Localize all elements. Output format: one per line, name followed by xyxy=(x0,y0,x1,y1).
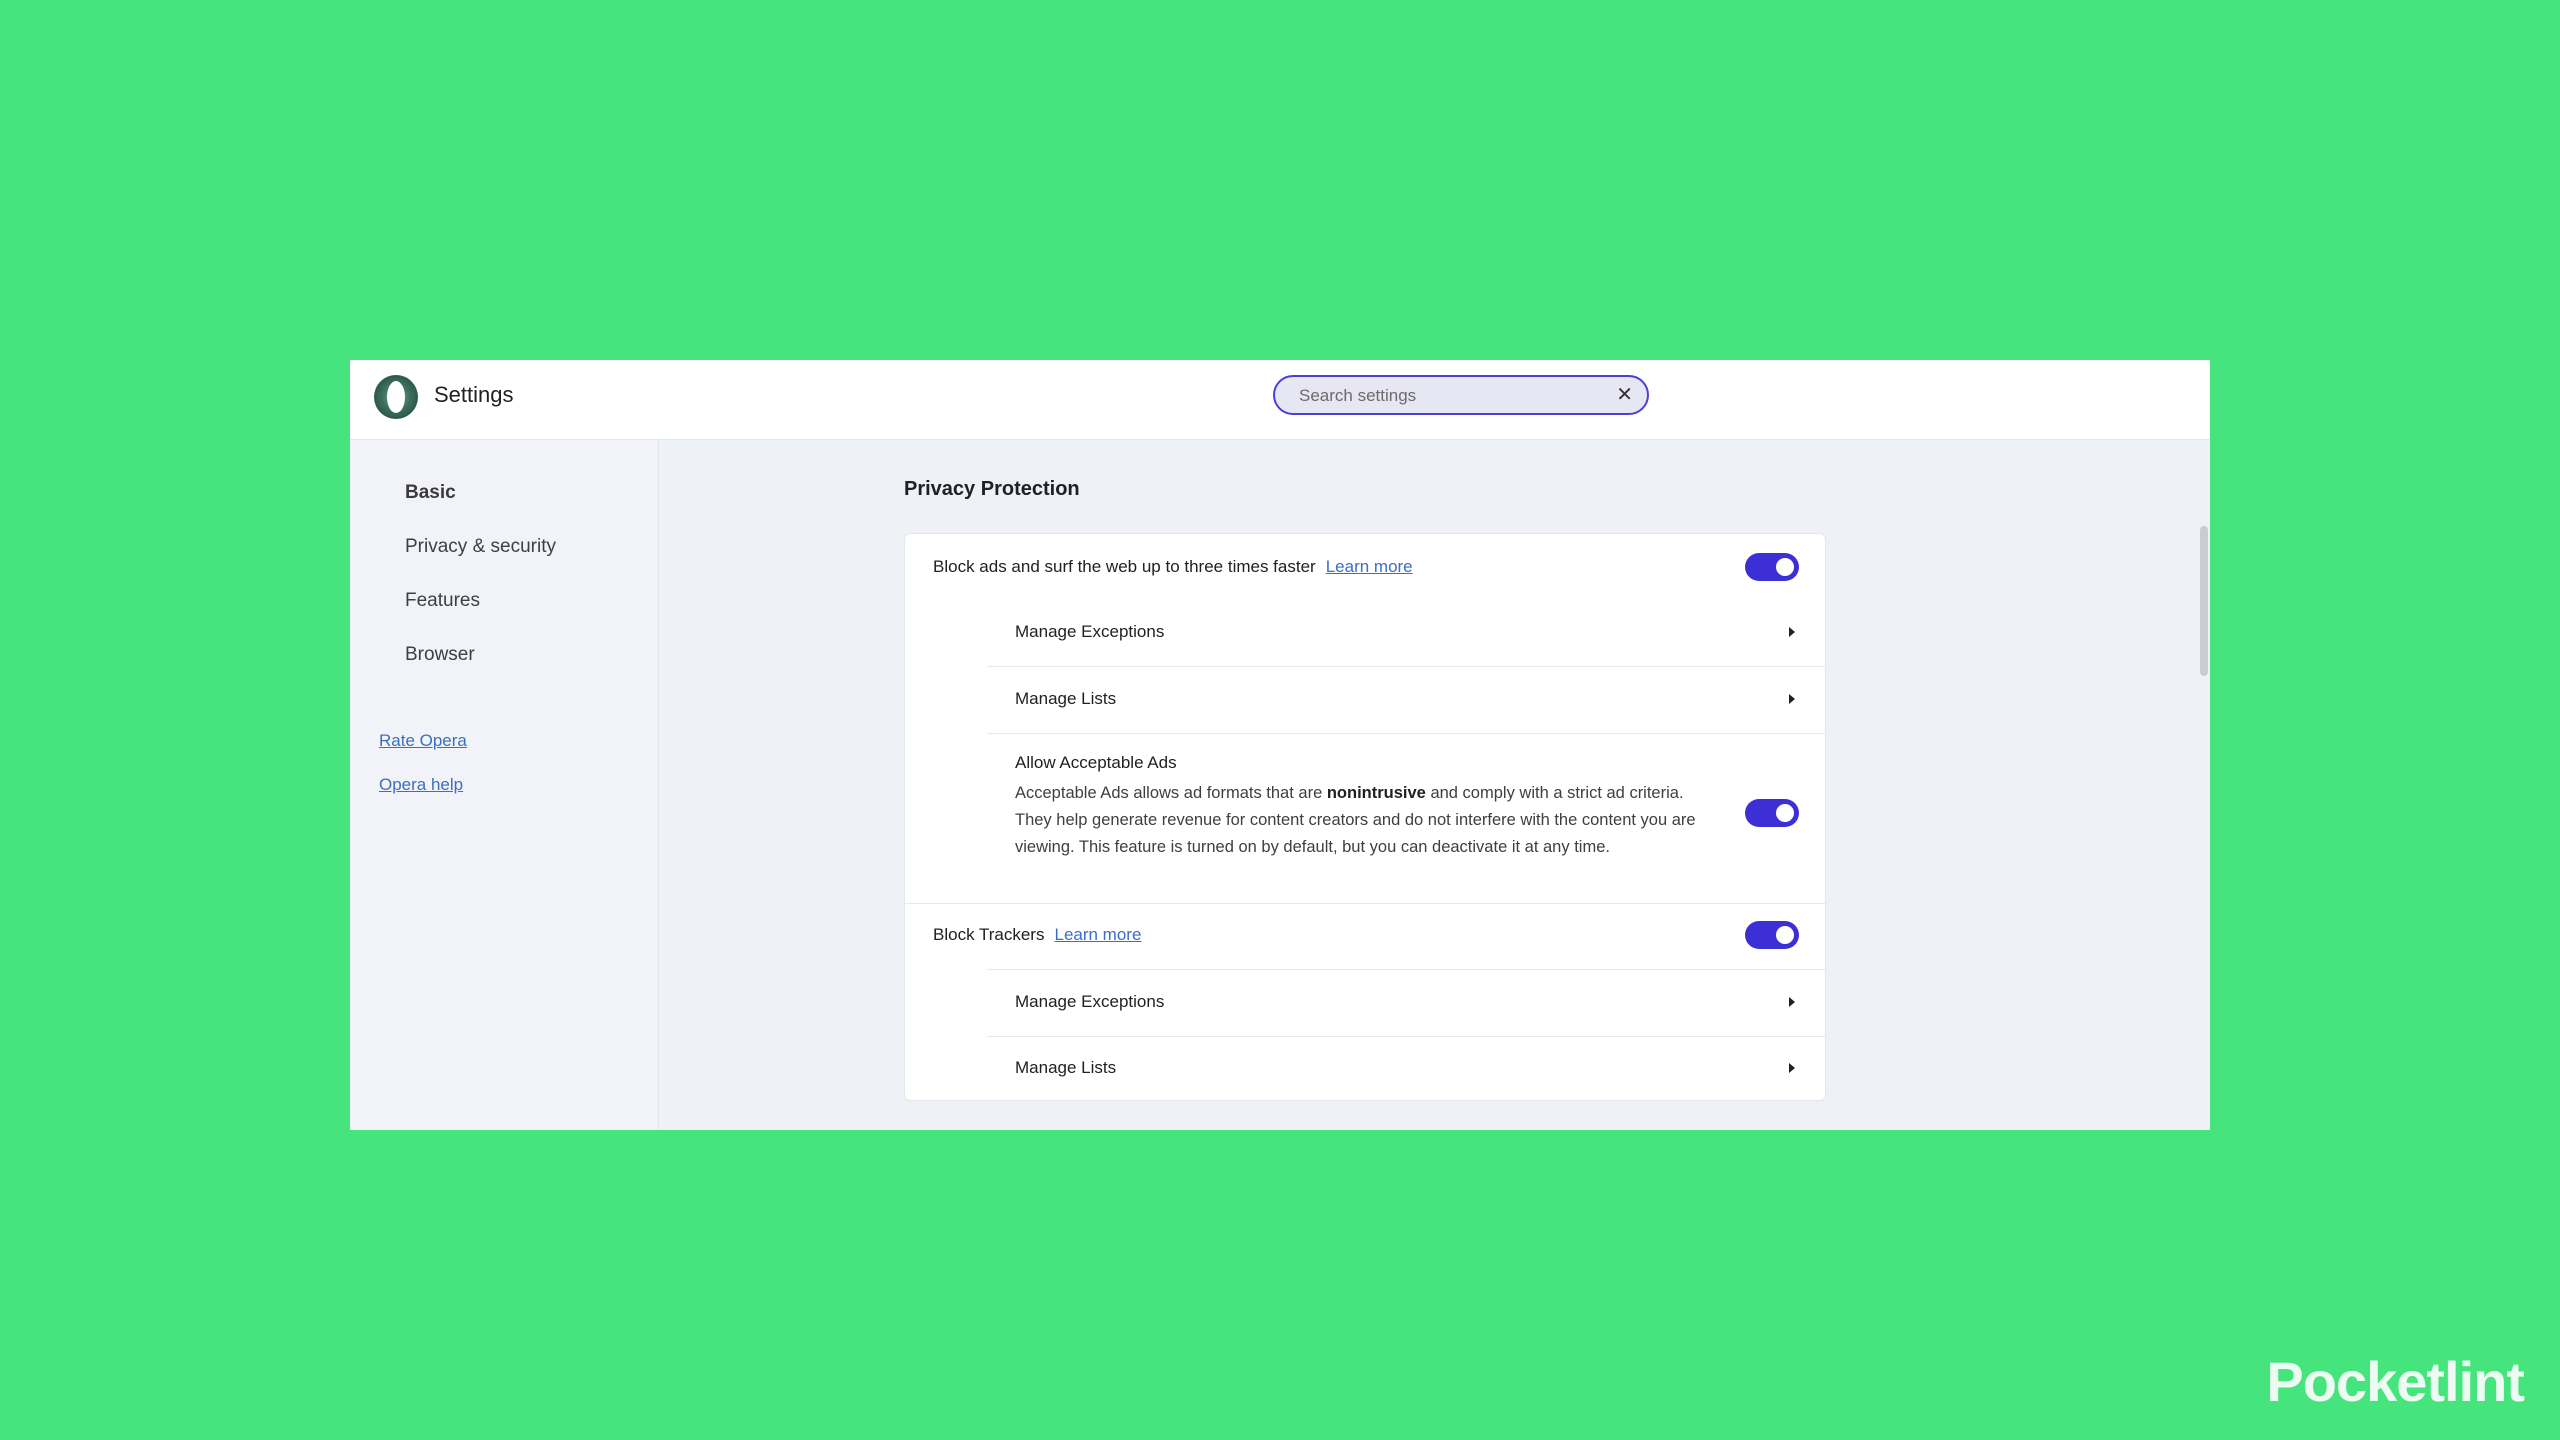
manage-lists-label: Manage Lists xyxy=(1015,689,1117,708)
acceptable-ads-description: Acceptable Ads allows ad formats that ar… xyxy=(1015,780,1715,861)
acceptable-ads-toggle[interactable] xyxy=(1745,799,1799,827)
manage-exceptions-label: Manage Exceptions xyxy=(1015,622,1165,641)
chevron-right-icon xyxy=(1789,694,1795,704)
sidebar: Basic Privacy & security Features Browse… xyxy=(350,440,659,1130)
search-box[interactable]: ✕ xyxy=(1273,375,1649,415)
manage-exceptions-row[interactable]: Manage Exceptions xyxy=(987,970,1827,1036)
main-content: Privacy Protection Block ads and surf th… xyxy=(659,440,2210,1130)
close-icon[interactable]: ✕ xyxy=(1616,383,1633,407)
section-title: Privacy Protection xyxy=(904,478,1080,500)
manage-exceptions-label: Manage Exceptions xyxy=(1015,992,1165,1011)
block-trackers-label: Block Trackers xyxy=(933,925,1045,944)
block-ads-toggle[interactable] xyxy=(1745,553,1799,581)
rate-opera-link[interactable]: Rate Opera xyxy=(379,731,467,751)
acceptable-ads-title: Allow Acceptable Ads xyxy=(1015,753,1177,772)
pocketlint-watermark: Pocketlint xyxy=(2266,1350,2525,1413)
sidebar-item-basic[interactable]: Basic xyxy=(405,482,456,504)
manage-exceptions-row[interactable]: Manage Exceptions xyxy=(987,600,1827,666)
block-trackers-row: Block Trackers Learn more xyxy=(933,925,1141,945)
learn-more-link[interactable]: Learn more xyxy=(1054,925,1141,944)
desc-text: Acceptable Ads allows ad formats that ar… xyxy=(1015,784,1327,802)
block-ads-row: Block ads and surf the web up to three t… xyxy=(933,557,1413,577)
scrollbar[interactable] xyxy=(2200,526,2208,676)
chevron-right-icon xyxy=(1789,997,1795,1007)
manage-lists-row[interactable]: Manage Lists xyxy=(987,667,1827,733)
title-bar: Settings ✕ xyxy=(350,360,2210,440)
opera-logo-icon xyxy=(374,375,418,419)
toggle-knob xyxy=(1776,558,1794,576)
chevron-right-icon xyxy=(1789,1063,1795,1073)
privacy-protection-card: Block ads and surf the web up to three t… xyxy=(904,533,1827,1102)
chevron-right-icon xyxy=(1789,627,1795,637)
settings-window: Settings ✕ Basic Privacy & security Feat… xyxy=(350,360,2210,1130)
sidebar-item-browser[interactable]: Browser xyxy=(405,644,475,666)
opera-help-link[interactable]: Opera help xyxy=(379,775,463,795)
manage-lists-label: Manage Lists xyxy=(1015,1058,1117,1077)
block-ads-label: Block ads and surf the web up to three t… xyxy=(933,557,1316,576)
sidebar-item-privacy-security[interactable]: Privacy & security xyxy=(405,536,556,558)
page-title: Settings xyxy=(434,382,514,407)
toggle-knob xyxy=(1776,804,1794,822)
learn-more-link[interactable]: Learn more xyxy=(1326,557,1413,576)
divider xyxy=(905,903,1827,904)
divider xyxy=(987,733,1827,734)
manage-lists-row[interactable]: Manage Lists xyxy=(987,1036,1827,1102)
block-trackers-toggle[interactable] xyxy=(1745,921,1799,949)
search-input[interactable] xyxy=(1297,383,1601,409)
sidebar-item-features[interactable]: Features xyxy=(405,590,480,612)
toggle-knob xyxy=(1776,926,1794,944)
desc-bold-text: nonintrusive xyxy=(1326,784,1426,802)
